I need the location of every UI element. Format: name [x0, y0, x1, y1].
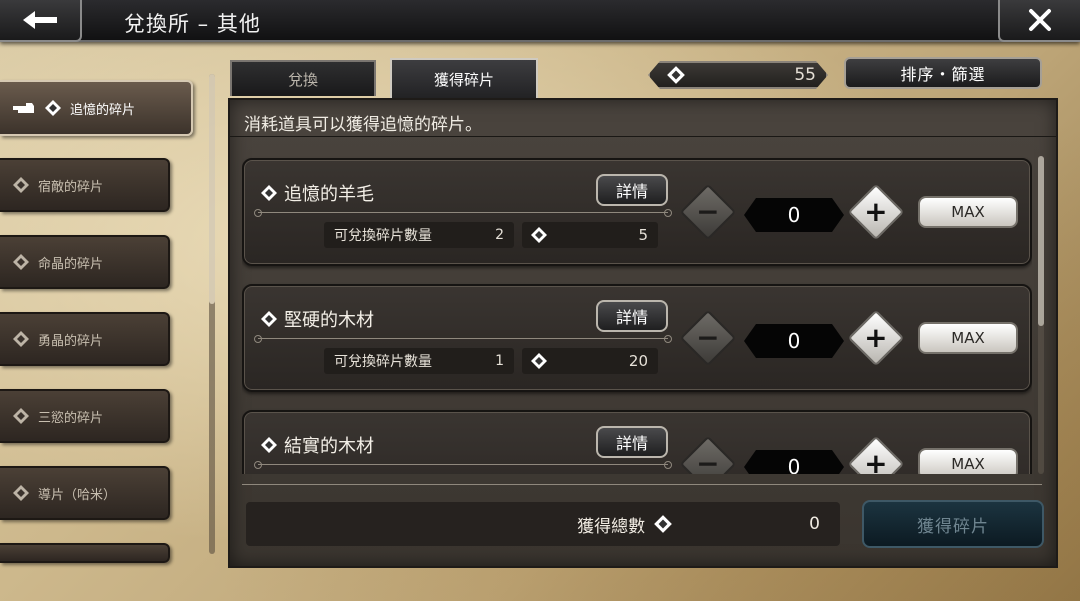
- ornament-divider: [254, 335, 672, 343]
- diamond-fragment-icon: [13, 177, 29, 193]
- pointing-hand-icon: [13, 103, 34, 113]
- main-panel: 消耗道具可以獲得追憶的碎片。 追憶的羊毛 詳情 可兌換碎片數量 2 5 − 0 …: [228, 98, 1058, 568]
- sidebar-item-label: 命晶的碎片: [38, 256, 104, 272]
- arrow-left-icon: [23, 11, 57, 29]
- fragment-count: 55: [794, 65, 816, 85]
- sidebar-item-memory-fragment[interactable]: 追憶的碎片: [0, 80, 193, 136]
- sort-filter-button[interactable]: 排序・篩選: [844, 57, 1042, 89]
- detail-button[interactable]: 詳情: [596, 174, 668, 206]
- diamond-fragment-icon: [261, 185, 277, 201]
- item-name: 追憶的羊毛: [260, 180, 374, 206]
- item-name-text: 堅硬的木材: [284, 310, 374, 331]
- diamond-fragment-icon: [531, 227, 547, 243]
- item-name: 堅硬的木材: [260, 306, 374, 332]
- quantity-display: 0: [744, 324, 844, 358]
- total-label-text: 獲得總數: [577, 516, 646, 537]
- minus-icon: −: [696, 447, 720, 474]
- sidebar-item-label: 三慾的碎片: [38, 410, 104, 426]
- quantity-display: 0: [744, 198, 844, 232]
- description: 消耗道具可以獲得追憶的碎片。: [244, 115, 482, 135]
- divider: [242, 484, 1042, 485]
- item-name-text: 結實的木材: [284, 436, 374, 457]
- exchangeable-qty: 可兌換碎片數量 1: [324, 348, 514, 374]
- sidebar-item-fate-crystal-fragment[interactable]: 命晶的碎片: [0, 235, 170, 289]
- ornament-divider: [254, 209, 672, 217]
- minus-icon: −: [696, 321, 720, 354]
- back-button[interactable]: [0, 0, 82, 42]
- sidebar-item-brave-crystal-fragment[interactable]: 勇晶的碎片: [0, 312, 170, 366]
- cost-box: 5: [522, 222, 658, 248]
- tab-obtain-fragments[interactable]: 獲得碎片: [390, 58, 538, 98]
- list-item: 結實的木材 詳情 − 0 + MAX: [242, 410, 1032, 474]
- page-title: 兌換所 – 其他: [124, 12, 261, 36]
- decrement-button[interactable]: −: [679, 183, 737, 241]
- scrollbar-thumb[interactable]: [209, 74, 215, 304]
- sidebar-item-label: 追憶的碎片: [70, 102, 136, 118]
- total-label: 獲得總數: [577, 512, 673, 537]
- close-button[interactable]: [998, 0, 1080, 42]
- diamond-fragment-icon: [261, 311, 277, 327]
- cost-value: 5: [638, 226, 648, 244]
- qty-value: 2: [495, 227, 504, 243]
- sidebar: 追憶的碎片 宿敵的碎片 命晶的碎片 勇晶的碎片 三慾的碎片 導片（哈米）: [0, 78, 200, 563]
- item-list: 追憶的羊毛 詳情 可兌換碎片數量 2 5 − 0 + MAX 堅硬的木材 詳情 …: [242, 156, 1032, 474]
- plus-icon: +: [864, 195, 888, 228]
- diamond-fragment-icon: [13, 485, 29, 501]
- quantity-display: 0: [744, 450, 844, 474]
- sidebar-item-partial[interactable]: [0, 543, 170, 563]
- sidebar-item-three-desires-fragment[interactable]: 三慾的碎片: [0, 389, 170, 443]
- scrollbar-thumb[interactable]: [1038, 156, 1044, 326]
- sidebar-item-label: 宿敵的碎片: [38, 179, 104, 195]
- plus-icon: +: [864, 321, 888, 354]
- sidebar-item-rival-fragment[interactable]: 宿敵的碎片: [0, 158, 170, 212]
- max-button[interactable]: MAX: [918, 196, 1018, 228]
- diamond-fragment-icon: [13, 408, 29, 424]
- max-button[interactable]: MAX: [918, 448, 1018, 474]
- decrement-button[interactable]: −: [679, 435, 737, 474]
- diamond-fragment-icon: [654, 515, 673, 533]
- diamond-fragment-icon: [531, 353, 547, 369]
- detail-button[interactable]: 詳情: [596, 300, 668, 332]
- minus-icon: −: [696, 195, 720, 228]
- max-button[interactable]: MAX: [918, 322, 1018, 354]
- increment-button[interactable]: +: [847, 435, 905, 474]
- diamond-fragment-icon: [261, 437, 277, 453]
- detail-button[interactable]: 詳情: [596, 426, 668, 458]
- qty-label: 可兌換碎片數量: [334, 228, 432, 244]
- total-bar: 獲得總數 0: [246, 502, 840, 546]
- total-value: 0: [809, 514, 820, 534]
- divider: [230, 136, 1056, 137]
- fragment-counter: 55: [648, 61, 828, 89]
- diamond-fragment-icon: [13, 331, 29, 347]
- diamond-fragment-icon: [13, 254, 29, 270]
- sidebar-item-guide-fragment[interactable]: 導片（哈米）: [0, 466, 170, 520]
- sidebar-item-label: 勇晶的碎片: [38, 333, 104, 349]
- increment-button[interactable]: +: [847, 183, 905, 241]
- cost-box: 20: [522, 348, 658, 374]
- qty-value: 1: [495, 353, 504, 369]
- ornament-divider: [254, 461, 672, 469]
- qty-label: 可兌換碎片數量: [334, 354, 432, 370]
- item-name: 結實的木材: [260, 432, 374, 458]
- diamond-fragment-icon: [45, 100, 61, 116]
- sidebar-item-label: 導片（哈米）: [38, 487, 117, 503]
- sidebar-scrollbar[interactable]: [209, 74, 215, 554]
- tab-exchange[interactable]: 兌換: [230, 60, 376, 96]
- list-item: 追憶的羊毛 詳情 可兌換碎片數量 2 5 − 0 + MAX: [242, 158, 1032, 266]
- list-scrollbar[interactable]: [1038, 156, 1044, 474]
- exchangeable-qty: 可兌換碎片數量 2: [324, 222, 514, 248]
- list-item: 堅硬的木材 詳情 可兌換碎片數量 1 20 − 0 + MAX: [242, 284, 1032, 392]
- obtain-fragments-button[interactable]: 獲得碎片: [862, 500, 1044, 548]
- plus-icon: +: [864, 447, 888, 474]
- cost-value: 20: [628, 352, 648, 370]
- diamond-fragment-icon: [666, 65, 686, 85]
- close-icon: [1029, 9, 1051, 31]
- increment-button[interactable]: +: [847, 309, 905, 367]
- top-bar: 兌換所 – 其他: [0, 0, 1080, 42]
- item-name-text: 追憶的羊毛: [284, 184, 374, 205]
- decrement-button[interactable]: −: [679, 309, 737, 367]
